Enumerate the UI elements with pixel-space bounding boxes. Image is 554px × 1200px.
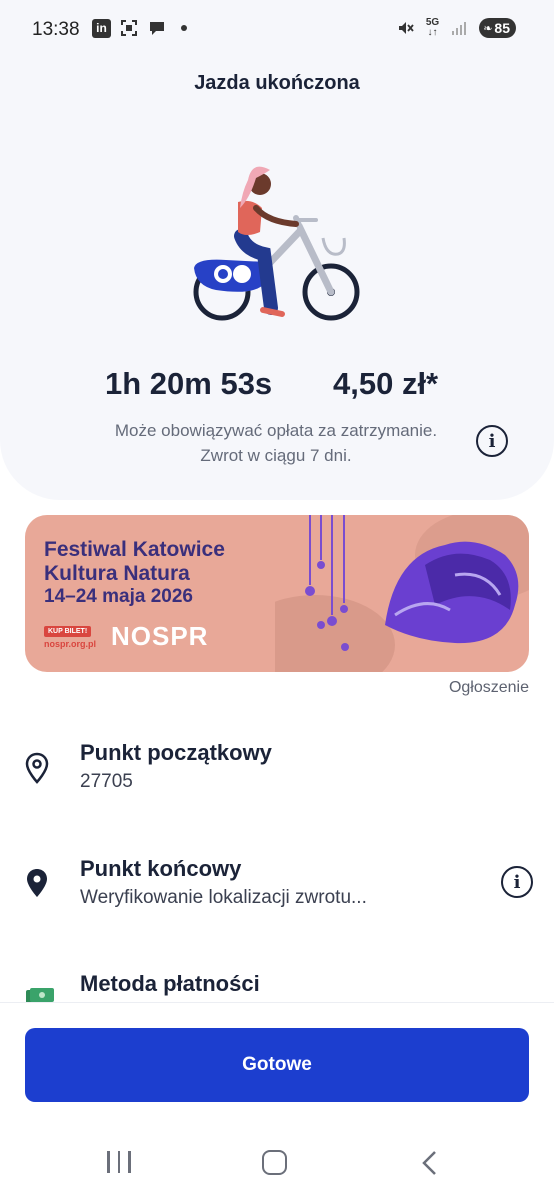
ad-label: Ogłoszenie [448, 679, 529, 696]
page-title: Jazda ukończona [194, 72, 360, 94]
end-point-title: Punkt końcowy [80, 856, 242, 881]
status-time: 13:38 [32, 19, 80, 40]
payment-method-title: Metoda płatności [80, 971, 260, 996]
banner-title-line1: Festiwal Katowice [44, 538, 225, 561]
linkedin-icon: in [92, 18, 111, 38]
dot-icon [181, 25, 187, 31]
mute-icon [396, 18, 416, 38]
chat-bubble-icon [147, 18, 167, 38]
fee-note-line2: Zwrot w ciągu 7 dni. [200, 446, 352, 465]
fee-info-icon[interactable]: i [476, 425, 508, 457]
back-button[interactable] [420, 1150, 440, 1176]
signal-icon [449, 18, 469, 38]
banner-artwork [275, 515, 529, 672]
end-point-info-icon[interactable]: i [501, 866, 533, 898]
banner-dates: 14–24 maja 2026 [44, 586, 193, 607]
network-type: 5G [425, 17, 440, 28]
ride-duration: 1h 20m 53s [105, 366, 273, 401]
status-bar: 13:38 in 5G ↓↑ ❧ 85 [0, 0, 554, 60]
5g-icon: 5G ↓↑ [425, 17, 440, 38]
banner-title-line2: Kultura Natura [44, 562, 190, 585]
fee-note-line1: Może obowiązywać opłata za zatrzymanie. [114, 421, 438, 440]
battery-icon: ❧ 85 [479, 18, 516, 38]
banner-url: nospr.org.pl [44, 639, 97, 649]
fee-note: Może obowiązywać opłata za zatrzymanie. … [80, 418, 472, 468]
banner-cta: KUP BILET! [44, 626, 92, 637]
banner-logo: NOSPR [111, 621, 209, 651]
ride-price: 4,50 zł* [333, 366, 439, 401]
recents-button[interactable] [107, 1151, 131, 1173]
start-point-value: 27705 [80, 771, 133, 792]
map-pin-filled-icon [27, 869, 47, 897]
map-pin-outline-icon [25, 752, 49, 784]
ad-banner[interactable]: Festiwal Katowice Kultura Natura 14–24 m… [25, 515, 529, 672]
end-point-value: Weryfikowanie lokalizacji zwrotu... [80, 887, 367, 908]
system-nav-bar [0, 1140, 554, 1185]
home-button[interactable] [262, 1150, 287, 1175]
done-button[interactable]: Gotowe [25, 1028, 529, 1102]
battery-level: 85 [494, 20, 510, 36]
screenshot-icon [119, 18, 139, 38]
start-point-title: Punkt początkowy [80, 740, 272, 765]
bike-rider-illustration [193, 166, 360, 321]
